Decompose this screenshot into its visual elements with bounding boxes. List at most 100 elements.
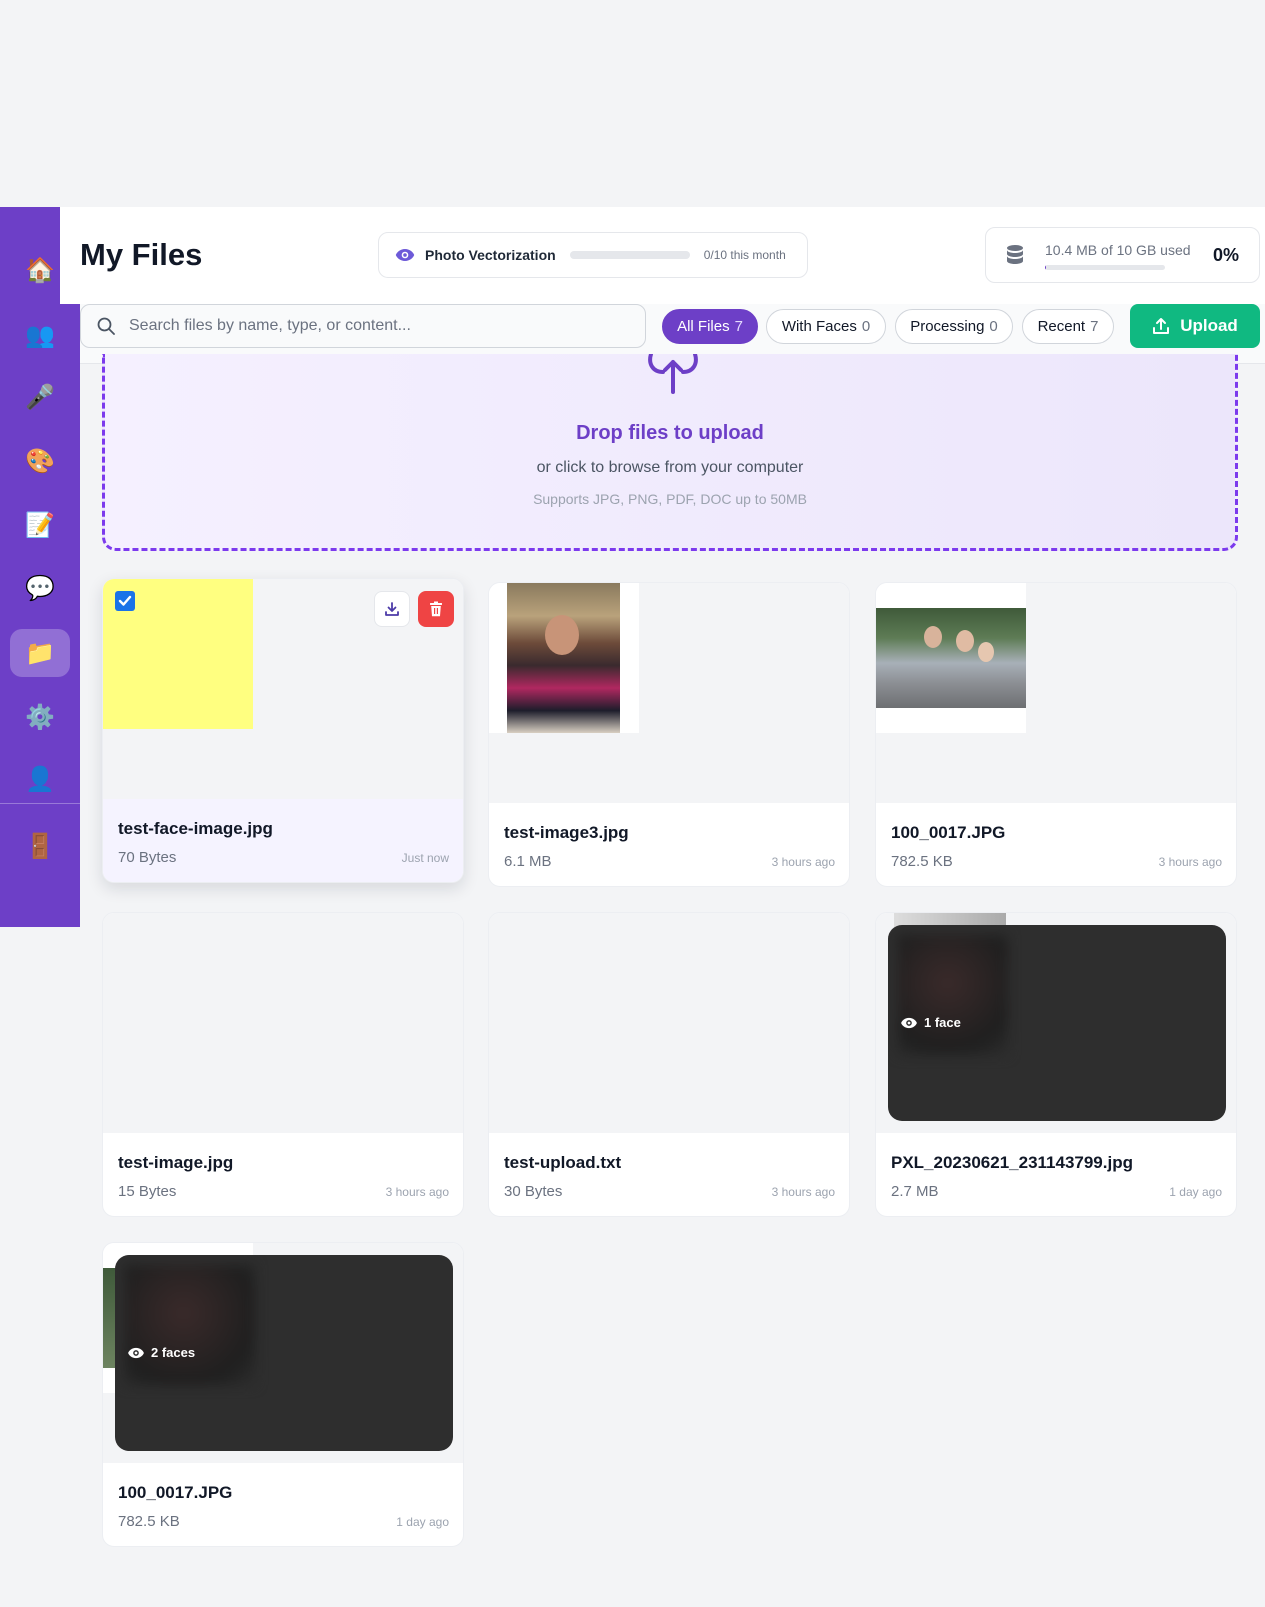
filter-all-files[interactable]: All Files 7 [662, 309, 758, 344]
filter-recent[interactable]: Recent 7 [1022, 309, 1114, 344]
check-icon [118, 595, 132, 606]
file-time: 1 day ago [1169, 1185, 1222, 1199]
face-count-label: 1 face [900, 1015, 961, 1030]
sidebar-item-notes[interactable]: 📝 [10, 501, 70, 549]
file-size: 782.5 KB [891, 853, 953, 870]
upload-cloud-icon [648, 354, 698, 394]
file-thumbnail [876, 583, 1236, 803]
filter-label: Recent [1037, 318, 1086, 335]
file-card[interactable]: test-upload.txt 30 Bytes 3 hours ago [488, 912, 850, 1217]
face-detection-overlay[interactable]: 2 faces [115, 1255, 453, 1451]
group-photo [876, 608, 1026, 708]
file-size: 6.1 MB [504, 853, 552, 870]
filter-label: All Files [677, 318, 730, 335]
eye-icon [128, 1347, 144, 1358]
home-icon: 🏠 [25, 256, 55, 284]
file-card[interactable]: 100_0017.JPG 782.5 KB 3 hours ago [875, 582, 1237, 887]
delete-button[interactable] [418, 591, 454, 627]
file-name: test-face-image.jpg [118, 819, 273, 838]
file-thumbnail [489, 913, 849, 1133]
sidebar-item-voice[interactable]: 🎤 [10, 373, 70, 421]
person-photo [507, 583, 620, 733]
search-icon [97, 317, 115, 335]
file-thumbnail: 1 face [876, 913, 1236, 1133]
face-count: 2 faces [151, 1345, 196, 1360]
sidebar-divider [0, 803, 80, 804]
download-button[interactable] [374, 591, 410, 627]
file-size: 782.5 KB [118, 1513, 180, 1530]
file-card[interactable]: 2 faces 100_0017.JPG 782.5 KB 1 day ago [102, 1242, 464, 1547]
file-info: test-image.jpg 15 Bytes 3 hours ago [103, 1133, 463, 1216]
select-checkbox[interactable] [115, 591, 135, 611]
storage-usage: 10.4 MB of 10 GB used 0% [985, 227, 1260, 283]
file-name: test-image.jpg [118, 1153, 234, 1172]
sidebar-item-logout[interactable]: 🚪 [10, 822, 70, 870]
eye-icon [901, 1017, 917, 1028]
file-time: 3 hours ago [771, 1185, 835, 1199]
file-thumbnail [489, 583, 849, 803]
quota-count: 0/10 this month [703, 248, 786, 262]
chat-icon: 💬 [25, 574, 55, 602]
sidebar-item-chat[interactable]: 💬 [10, 564, 70, 612]
file-info: test-image3.jpg 6.1 MB 3 hours ago [489, 803, 849, 886]
file-info: 100_0017.JPG 782.5 KB 3 hours ago [876, 803, 1236, 886]
door-icon: 🚪 [25, 832, 55, 860]
photo-frame [876, 583, 1026, 733]
folder-icon: 📁 [25, 639, 55, 667]
face-shape [956, 630, 974, 652]
user-icon: 👤 [25, 765, 55, 793]
sidebar-item-files[interactable]: 📁 [10, 629, 70, 677]
eye-icon [395, 249, 415, 261]
file-size: 70 Bytes [118, 849, 177, 866]
file-thumbnail [103, 913, 463, 1133]
file-time: Just now [401, 851, 449, 865]
face-shape [924, 626, 942, 648]
file-card[interactable]: 1 face PXL_20230621_231143799.jpg 2.7 MB… [875, 912, 1237, 1217]
file-name: 100_0017.JPG [891, 823, 1006, 842]
file-name: test-upload.txt [504, 1153, 622, 1172]
file-name: 100_0017.JPG [118, 1483, 233, 1502]
blurred-face [125, 1265, 255, 1385]
photo-frame [489, 583, 639, 733]
storage-text: 10.4 MB of 10 GB used [1045, 242, 1191, 258]
file-card[interactable]: test-image3.jpg 6.1 MB 3 hours ago [488, 582, 850, 887]
quota-progress [569, 251, 690, 259]
upload-label: Upload [1180, 316, 1238, 335]
drop-zone[interactable]: Drop files to upload or click to browse … [102, 354, 1238, 551]
file-card[interactable]: test-image.jpg 15 Bytes 3 hours ago [102, 912, 464, 1217]
download-icon [385, 602, 399, 616]
sidebar: 🏠 👥 🎤 🎨 📝 💬 📁 ⚙️ 👤 🚪 [0, 207, 80, 927]
database-icon [1007, 245, 1023, 264]
file-time: 1 day ago [396, 1515, 449, 1529]
vectorization-quota: Photo Vectorization 0/10 this month [378, 232, 808, 278]
upload-button[interactable]: Upload [1130, 304, 1260, 348]
filter-with-faces[interactable]: With Faces 0 [766, 309, 886, 344]
filter-count: 7 [1090, 318, 1099, 335]
file-size: 15 Bytes [118, 1183, 177, 1200]
upload-icon [1153, 318, 1170, 334]
users-icon: 👥 [25, 321, 55, 349]
file-size: 30 Bytes [504, 1183, 563, 1200]
filter-count: 0 [861, 318, 871, 335]
sidebar-item-settings[interactable]: ⚙️ [10, 693, 70, 741]
file-time: 3 hours ago [1158, 855, 1222, 869]
file-size: 2.7 MB [891, 1183, 939, 1200]
drop-title: Drop files to upload [576, 422, 764, 444]
face-detection-overlay[interactable]: 1 face [888, 925, 1226, 1121]
face-count: 1 face [924, 1015, 961, 1030]
filter-processing[interactable]: Processing 0 [895, 309, 1013, 344]
face-shape [545, 615, 579, 655]
file-card[interactable]: test-face-image.jpg 70 Bytes Just now [102, 578, 464, 883]
search-input[interactable] [129, 317, 609, 335]
search-box[interactable] [80, 304, 646, 348]
drop-subtitle: or click to browse from your computer [536, 459, 804, 476]
file-info: test-upload.txt 30 Bytes 3 hours ago [489, 1133, 849, 1216]
header: My Files Photo Vectorization 0/10 this m… [60, 207, 1265, 304]
face-count-label: 2 faces [127, 1345, 195, 1360]
file-info: PXL_20230621_231143799.jpg 2.7 MB 1 day … [876, 1133, 1236, 1216]
sidebar-item-profile[interactable]: 👤 [10, 755, 70, 803]
filter-count: 7 [734, 318, 743, 335]
sidebar-item-art[interactable]: 🎨 [10, 437, 70, 485]
notes-icon: 📝 [25, 511, 55, 539]
sidebar-item-users[interactable]: 👥 [10, 311, 70, 359]
